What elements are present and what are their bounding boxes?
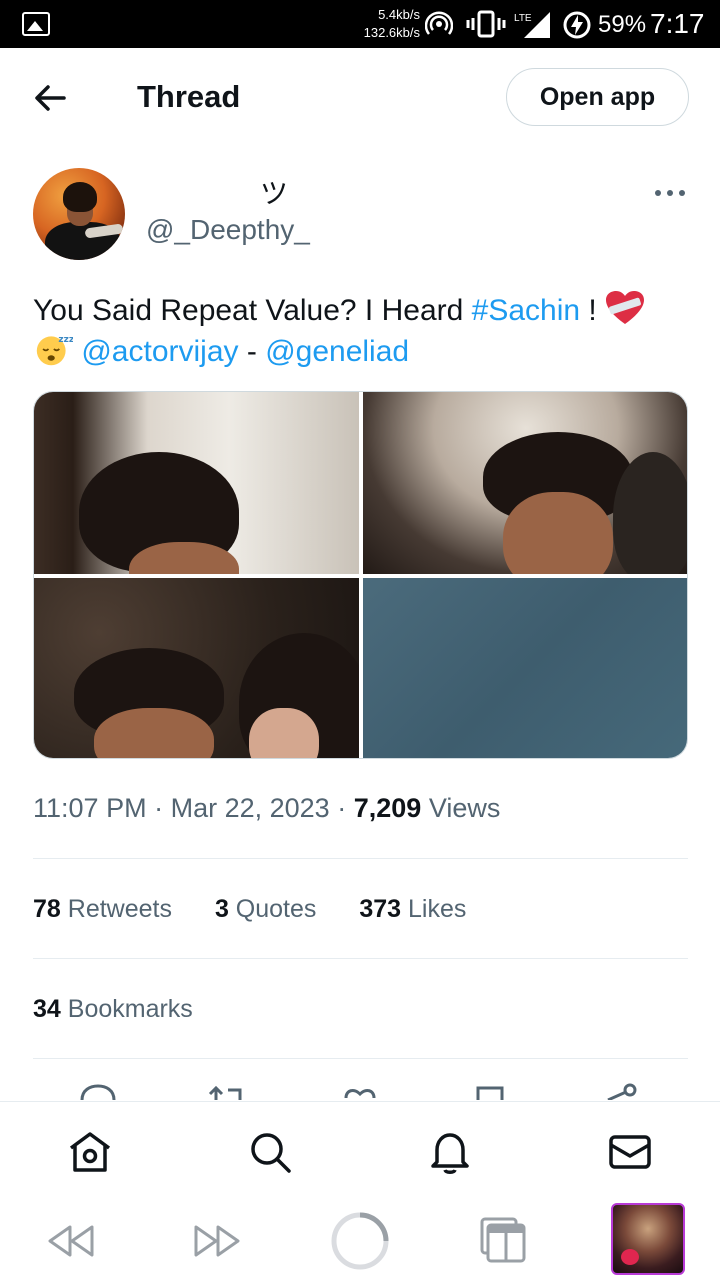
profile-thumbnail[interactable]	[611, 1203, 685, 1275]
text-segment: You Said Repeat Value? I Heard	[33, 294, 472, 327]
image-icon	[22, 12, 50, 36]
quotes-count: 3	[214, 895, 229, 923]
likes-stat[interactable]: 373 Likes	[359, 895, 466, 923]
retweets-stat[interactable]: 78 Retweets	[33, 895, 172, 923]
svg-text:zzz: zzz	[58, 335, 73, 345]
network-speed: 5.4kb/s 132.6kb/s	[352, 6, 420, 42]
speed-down: 132.6kb/s	[363, 25, 420, 40]
search-icon[interactable]	[246, 1128, 294, 1176]
tabs-icon[interactable]	[476, 1211, 536, 1271]
network-type: LTE	[514, 13, 532, 24]
media-image[interactable]	[363, 578, 687, 758]
tweet-meta: 11:07 PM · Mar 22, 2023 · 7,209 Views	[33, 793, 501, 823]
bookmarks-label: Bookmarks	[67, 995, 193, 1023]
divider	[33, 858, 688, 859]
avatar[interactable]	[33, 168, 125, 260]
reply-icon[interactable]	[76, 1080, 120, 1100]
divider	[33, 1058, 688, 1059]
status-bar: 5.4kb/s 132.6kb/s LTE 59% 7:17	[0, 0, 720, 48]
retweets-count: 78	[33, 895, 61, 923]
quotes-label: Quotes	[235, 895, 317, 923]
bookmarks-stat[interactable]: 34 Bookmarks	[33, 995, 193, 1023]
bookmark-icon[interactable]	[468, 1080, 512, 1100]
engagement-stats: 78 Retweets 3 Quotes 373 Likes	[33, 895, 502, 924]
home-icon[interactable]	[66, 1128, 114, 1176]
tweet-date[interactable]: Mar 22, 2023	[171, 793, 330, 823]
media-image[interactable]	[34, 578, 359, 758]
quotes-stat[interactable]: 3 Quotes	[215, 895, 316, 923]
battery-percent: 59%	[598, 11, 647, 38]
vibrate-icon	[466, 10, 506, 38]
mention-link[interactable]: @actorvijay	[81, 335, 238, 368]
messages-icon[interactable]	[606, 1128, 654, 1176]
page-title: Thread	[137, 79, 241, 114]
tweet-text: You Said Repeat Value? I Heard #Sachin !…	[33, 290, 693, 372]
signal-icon: LTE	[514, 12, 550, 38]
tweet-actions	[0, 1080, 720, 1100]
thread-header: Thread Open app	[0, 48, 720, 148]
user-handle[interactable]: @_Deepthy_	[146, 214, 310, 246]
battery-charging-icon	[563, 11, 591, 39]
open-app-button[interactable]: Open app	[506, 68, 689, 126]
mending-heart-emoji	[606, 291, 645, 324]
hashtag-link[interactable]: #Sachin	[472, 294, 580, 327]
like-icon[interactable]	[338, 1080, 382, 1100]
more-options-icon[interactable]	[652, 182, 688, 204]
fast-forward-icon[interactable]	[186, 1211, 246, 1271]
display-name[interactable]: ツ	[260, 172, 288, 212]
browser-toolbar	[0, 1199, 720, 1280]
likes-count: 373	[359, 895, 402, 923]
bottom-nav	[0, 1101, 720, 1199]
divider	[33, 958, 688, 959]
notifications-icon[interactable]	[426, 1128, 474, 1176]
arrow-left-icon[interactable]	[30, 78, 70, 118]
speed-up: 5.4kb/s	[378, 7, 420, 22]
hotspot-icon	[425, 11, 453, 35]
loading-icon[interactable]	[330, 1211, 390, 1271]
retweets-label: Retweets	[67, 895, 172, 923]
likes-label: Likes	[408, 895, 467, 923]
views-label: Views	[428, 793, 501, 823]
share-icon[interactable]	[600, 1080, 644, 1100]
views-count: 7,209	[353, 793, 422, 823]
clock: 7:17	[650, 8, 705, 39]
text-segment: -	[238, 335, 266, 368]
rewind-icon[interactable]	[42, 1211, 102, 1271]
retweet-icon[interactable]	[206, 1080, 250, 1100]
bookmarks-stat-row: 34 Bookmarks	[33, 995, 229, 1024]
sleeping-face-emoji: zzz	[36, 335, 73, 366]
media-grid	[33, 391, 688, 759]
tweet-time[interactable]: 11:07 PM	[33, 793, 147, 823]
mention-link[interactable]: @geneliad	[265, 335, 409, 368]
media-image[interactable]	[34, 392, 359, 574]
text-segment: !	[580, 294, 606, 327]
bookmarks-count: 34	[33, 995, 61, 1023]
media-image[interactable]	[363, 392, 687, 574]
